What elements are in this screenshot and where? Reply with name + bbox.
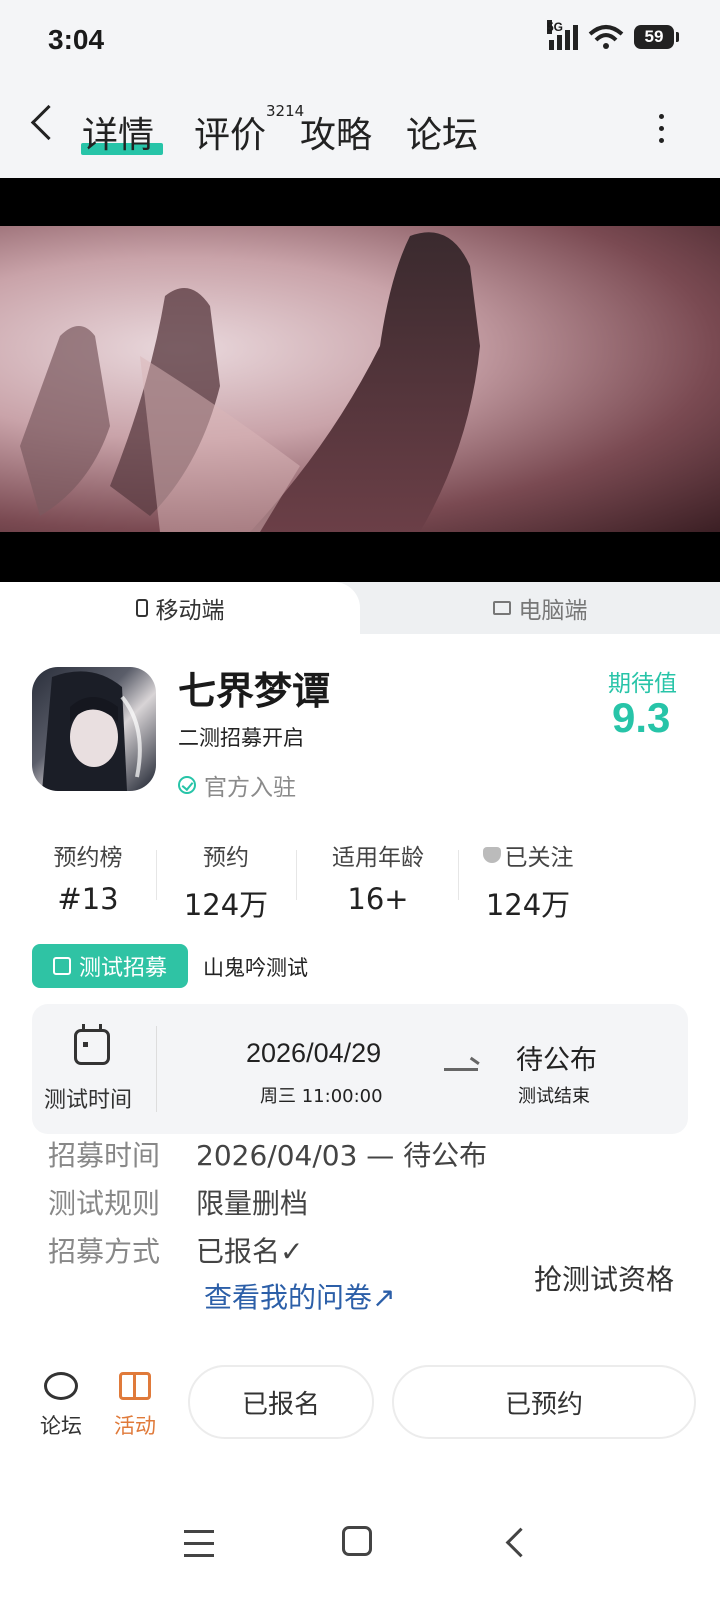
recruit-method-key: 招募方式 bbox=[48, 1235, 161, 1268]
tab-details[interactable]: 详情 bbox=[82, 106, 154, 158]
platform-mobile-label: 移动端 bbox=[155, 598, 225, 624]
game-subtitle: 二测招募开启 bbox=[178, 726, 304, 750]
divider bbox=[458, 850, 459, 900]
divider bbox=[296, 850, 297, 900]
forum-button[interactable]: 论坛 bbox=[36, 1372, 86, 1440]
stat-reservations: 预约 124万 bbox=[176, 838, 276, 924]
check-circle-icon bbox=[178, 776, 196, 794]
tab-guides[interactable]: 攻略 bbox=[300, 106, 372, 158]
status-icons: 5G 59 bbox=[547, 20, 679, 50]
stat-reservations-label: 预约 bbox=[203, 845, 249, 871]
tab-forum[interactable]: 论坛 bbox=[406, 106, 478, 158]
test-start-date: 2026/04/29 bbox=[246, 1038, 382, 1068]
stat-rank[interactable]: 预约榜 #13 bbox=[38, 838, 138, 916]
official-label: 官方入驻 bbox=[204, 775, 296, 801]
test-rule-value: 限量删档 bbox=[196, 1187, 309, 1220]
recruit-time-key: 招募时间 bbox=[48, 1139, 161, 1172]
game-title: 七界梦谭 bbox=[178, 669, 331, 713]
stat-reservations-value: 124万 bbox=[183, 888, 269, 922]
reviews-count-badge: 3214 bbox=[266, 102, 305, 120]
recruit-time-row: 招募时间 2026/04/03 — 待公布 bbox=[48, 1134, 487, 1174]
platform-switch: 移动端 电脑端 bbox=[0, 582, 720, 634]
test-rule-key: 测试规则 bbox=[48, 1187, 161, 1220]
video-player[interactable] bbox=[0, 178, 720, 582]
platform-pc-label: 电脑端 bbox=[518, 598, 588, 624]
battery-icon: 59 bbox=[634, 25, 679, 49]
phone-icon bbox=[135, 599, 148, 617]
platform-mobile-tab[interactable]: 移动端 bbox=[0, 582, 360, 634]
test-time-card: 测试时间 2026/04/29 周三 11:00:00 待公布 测试结束 bbox=[32, 1004, 688, 1134]
game-app-icon bbox=[32, 667, 156, 791]
test-name: 山鬼吟测试 bbox=[203, 956, 308, 980]
video-frame bbox=[0, 226, 720, 532]
stat-following[interactable]: 已关注 124万 bbox=[472, 838, 584, 924]
back-arrow-icon[interactable] bbox=[30, 104, 67, 141]
test-start-weekday-time: 周三 11:00:00 bbox=[260, 1086, 383, 1107]
recruit-icon bbox=[52, 957, 71, 975]
stat-age-label: 适用年龄 bbox=[332, 845, 424, 871]
arrow-right-icon bbox=[444, 1068, 478, 1071]
network-label: 5G bbox=[547, 20, 564, 34]
more-options-icon[interactable] bbox=[659, 114, 664, 143]
calendar-icon bbox=[74, 1024, 110, 1065]
test-rule-row: 测试规则 限量删档 bbox=[48, 1182, 308, 1222]
activity-label: 活动 bbox=[114, 1414, 156, 1438]
system-nav-bar bbox=[0, 1500, 720, 1602]
recruit-time-value: 2026/04/03 — 待公布 bbox=[196, 1139, 488, 1172]
test-time-label: 测试时间 bbox=[44, 1088, 133, 1113]
recruit-method-row: 招募方式 已报名✓ bbox=[48, 1230, 303, 1270]
top-nav: 详情 评价 3214 攻略 论坛 bbox=[0, 80, 720, 178]
stats-row: 预约榜 #13 预约 124万 适用年龄 16+ 已关注 124万 bbox=[0, 838, 720, 922]
activity-button[interactable]: 活动 bbox=[110, 1372, 160, 1440]
expect-label: 期待值 bbox=[608, 671, 677, 697]
stat-rank-label: 预约榜 bbox=[53, 845, 123, 871]
wifi-icon bbox=[588, 25, 624, 49]
test-recruit-tag-label: 测试招募 bbox=[78, 956, 167, 981]
status-bar: 3:04 5G 59 bbox=[0, 0, 720, 80]
signed-up-status: 已报名✓ bbox=[196, 1235, 304, 1268]
tab-forum-label: 论坛 bbox=[406, 115, 479, 156]
tab-reviews[interactable]: 评价 bbox=[194, 106, 266, 158]
questionnaire-row: 查看我的问卷↗ bbox=[204, 1276, 395, 1316]
stat-following-text: 已关注 bbox=[504, 845, 574, 871]
home-icon[interactable] bbox=[342, 1526, 372, 1556]
grab-test-qualification-link[interactable]: 抢测试资格 bbox=[534, 1258, 674, 1298]
tab-reviews-label: 评价 bbox=[194, 115, 267, 156]
stat-rank-value: #13 bbox=[57, 882, 119, 916]
stat-following-label: 已关注 bbox=[472, 838, 584, 872]
monitor-icon bbox=[492, 601, 511, 615]
tab-guides-label: 攻略 bbox=[300, 115, 373, 156]
signed-up-button[interactable]: 已报名 bbox=[188, 1365, 374, 1439]
status-time: 3:04 bbox=[48, 24, 105, 55]
tab-details-label: 详情 bbox=[82, 115, 155, 156]
gift-icon bbox=[119, 1372, 151, 1400]
video-still-image bbox=[20, 232, 480, 532]
platform-pc-tab[interactable]: 电脑端 bbox=[360, 582, 720, 634]
signal-icon: 5G bbox=[547, 20, 578, 50]
stat-following-value: 124万 bbox=[485, 888, 571, 922]
stat-age-value: 16+ bbox=[347, 882, 409, 916]
divider bbox=[156, 850, 157, 900]
menu-icon[interactable] bbox=[184, 1530, 214, 1566]
stat-age: 适用年龄 16+ bbox=[318, 838, 438, 916]
reserved-button[interactable]: 已预约 bbox=[392, 1365, 696, 1439]
expect-score: 9.3 bbox=[612, 694, 671, 741]
view-questionnaire-link[interactable]: 查看我的问卷↗ bbox=[204, 1281, 395, 1314]
chat-bubble-icon bbox=[44, 1372, 78, 1400]
battery-level: 59 bbox=[644, 27, 664, 46]
app-icon-art bbox=[42, 671, 142, 791]
test-end-status: 待公布 bbox=[516, 1045, 597, 1076]
divider bbox=[156, 1026, 157, 1112]
forum-label: 论坛 bbox=[40, 1414, 82, 1438]
system-back-icon[interactable] bbox=[505, 1527, 536, 1558]
test-recruit-tag: 测试招募 bbox=[32, 944, 188, 988]
heart-icon bbox=[482, 847, 501, 863]
official-badge: 官方入驻 bbox=[178, 768, 296, 802]
test-end-label: 测试结束 bbox=[518, 1086, 590, 1107]
